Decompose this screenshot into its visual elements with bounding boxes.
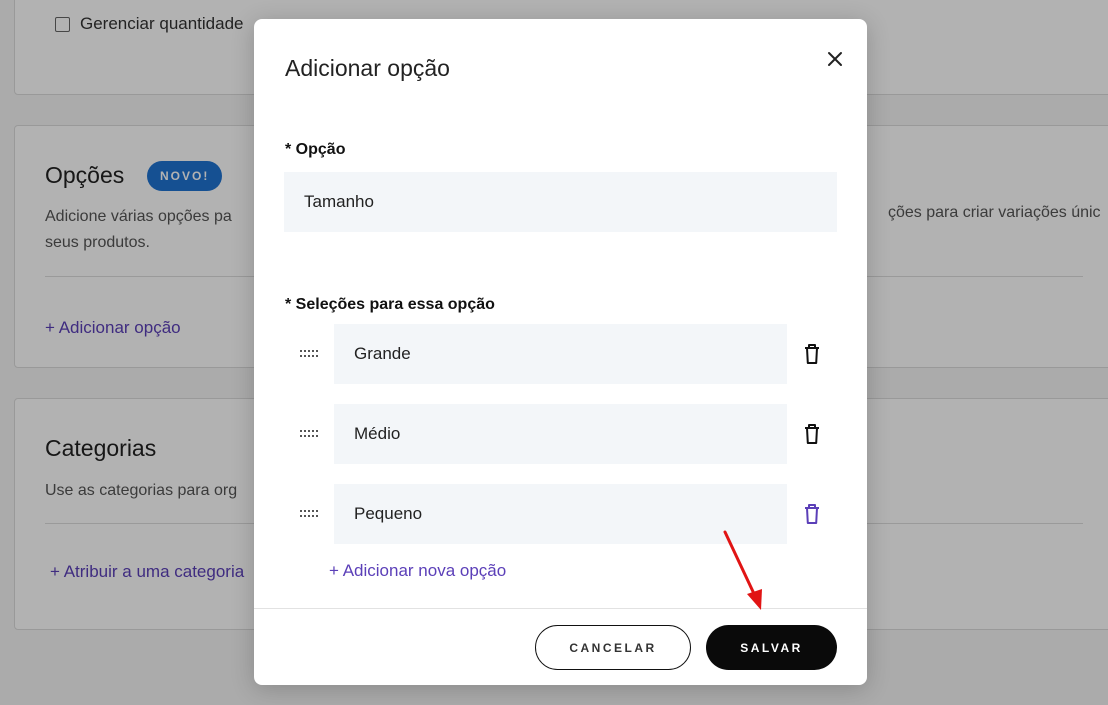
- add-new-selection-link[interactable]: + Adicionar nova opção: [329, 561, 506, 581]
- drag-handle-icon[interactable]: [300, 430, 318, 438]
- dialog-title: Adicionar opção: [285, 55, 450, 81]
- footer-divider: [254, 608, 867, 609]
- selection-row: Pequeno: [294, 484, 834, 544]
- selection-input[interactable]: Pequeno: [334, 484, 787, 544]
- close-button[interactable]: [823, 47, 847, 71]
- add-option-dialog: Adicionar opção * Opção Tamanho * Seleçõ…: [254, 19, 867, 685]
- selection-input[interactable]: Grande: [334, 324, 787, 384]
- cancel-button[interactable]: CANCELAR: [535, 625, 691, 670]
- close-icon: [828, 52, 842, 66]
- save-button[interactable]: SALVAR: [706, 625, 837, 670]
- trash-icon[interactable]: [802, 343, 822, 365]
- selection-row: Grande: [294, 324, 834, 384]
- option-name-input[interactable]: Tamanho: [284, 172, 837, 232]
- selection-input[interactable]: Médio: [334, 404, 787, 464]
- drag-handle-icon[interactable]: [300, 510, 318, 518]
- selection-row: Médio: [294, 404, 834, 464]
- selections-label: * Seleções para essa opção: [285, 296, 495, 313]
- option-label: * Opção: [285, 141, 346, 158]
- drag-handle-icon[interactable]: [300, 350, 318, 358]
- trash-icon[interactable]: [802, 503, 822, 525]
- trash-icon[interactable]: [802, 423, 822, 445]
